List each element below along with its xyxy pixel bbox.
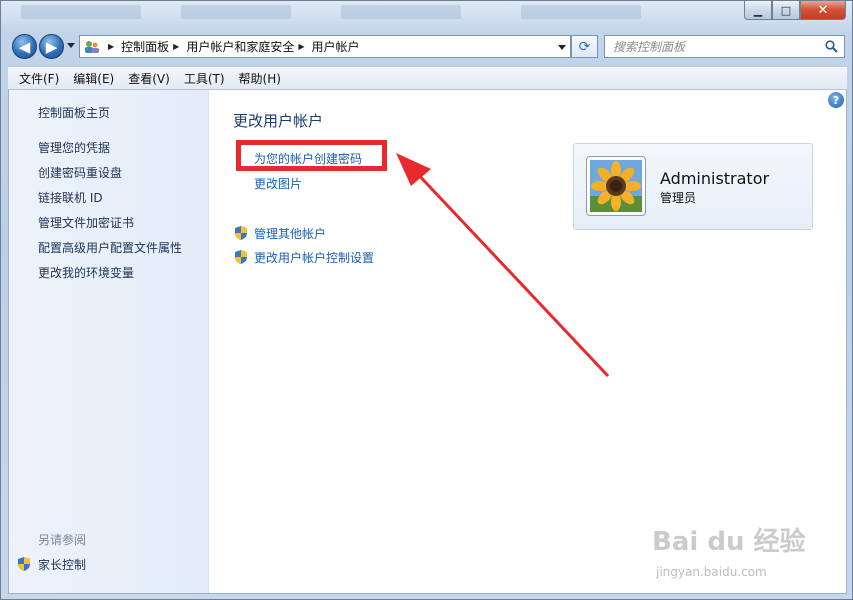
create-password-link[interactable]: 为您的帐户创建密码 — [254, 150, 362, 167]
shield-icon — [235, 226, 247, 240]
search-icon[interactable] — [825, 40, 838, 53]
maximize-button[interactable]: □ — [772, 1, 800, 20]
user-accounts-icon — [85, 40, 99, 53]
see-also-heading: 另请参阅 — [38, 533, 87, 547]
menu-edit[interactable]: 编辑(E) — [66, 70, 121, 87]
user-role: 管理员 — [660, 191, 697, 205]
background-window-title — [521, 5, 641, 19]
minimize-button[interactable]: ▁ — [744, 1, 772, 20]
manage-other-accounts-link[interactable]: 管理其他帐户 — [254, 225, 326, 242]
menu-bar: 文件(F) 编辑(E) 查看(V) 工具(T) 帮助(H) — [8, 66, 847, 90]
sidebar-item-change-environment-variables[interactable]: 更改我的环境变量 — [38, 264, 134, 281]
baidu-watermark-logo: Bai du 经验 — [652, 527, 806, 557]
breadcrumb-user-accounts-family-safety[interactable]: 用户帐户和家庭安全 — [186, 38, 294, 55]
watermark-url: jingyan.baidu.com — [656, 565, 767, 579]
menu-tools[interactable]: 工具(T) — [177, 70, 232, 87]
forward-button[interactable]: ▶ — [39, 34, 64, 59]
menu-help[interactable]: 帮助(H) — [232, 70, 288, 87]
address-history-dropdown[interactable] — [558, 45, 566, 50]
uac-settings-link[interactable]: 更改用户帐户控制设置 — [254, 249, 374, 266]
sidebar-item-parental-controls[interactable]: 家长控制 — [38, 556, 86, 573]
breadcrumb-separator-icon: ▶ — [108, 42, 115, 51]
sidebar-item-manage-credentials[interactable]: 管理您的凭据 — [38, 139, 110, 156]
user-name: Administrator — [660, 169, 770, 188]
recent-pages-dropdown[interactable] — [67, 43, 75, 48]
back-button[interactable]: ◀ — [12, 34, 37, 59]
menu-file[interactable]: 文件(F) — [12, 70, 66, 87]
menu-view[interactable]: 查看(V) — [121, 70, 177, 87]
shield-icon — [18, 557, 30, 571]
search-input[interactable]: 搜索控制面板 — [604, 35, 845, 58]
background-window-title — [21, 5, 141, 19]
control-panel-window: ▁ □ ✕ ◀ ▶ ▶ 控制面板 ▶ 用户帐户和家庭安全 ▶ 用户帐户 ⟳ 搜索… — [0, 0, 853, 600]
breadcrumb-user-accounts[interactable]: 用户帐户 — [312, 38, 360, 55]
sidebar-item-link-online-id[interactable]: 链接联机 ID — [38, 189, 103, 206]
shield-icon — [235, 250, 247, 264]
background-window-title — [181, 5, 291, 19]
content-area: 控制面板主页 管理您的凭据 创建密码重设盘 链接联机 ID 管理文件加密证书 配… — [8, 90, 847, 594]
sidebar-item-manage-encryption-certificates[interactable]: 管理文件加密证书 — [38, 214, 134, 231]
address-bar[interactable]: ▶ 控制面板 ▶ 用户帐户和家庭安全 ▶ 用户帐户 — [79, 35, 571, 58]
sidebar-item-create-password-reset-disk[interactable]: 创建密码重设盘 — [38, 164, 122, 181]
title-bar: ▁ □ ✕ — [1, 1, 852, 31]
user-account-tile: Administrator 管理员 — [573, 143, 813, 230]
breadcrumb-control-panel[interactable]: 控制面板 — [121, 38, 169, 55]
refresh-button[interactable]: ⟳ — [571, 35, 598, 58]
sidebar-item-control-panel-home[interactable]: 控制面板主页 — [38, 104, 110, 121]
breadcrumb-separator-icon: ▶ — [173, 42, 180, 51]
page-title: 更改用户帐户 — [233, 112, 324, 130]
sidebar-item-advanced-profile-properties[interactable]: 配置高级用户配置文件属性 — [38, 239, 182, 256]
sunflower-avatar-icon — [590, 160, 642, 212]
close-button[interactable]: ✕ — [800, 1, 846, 20]
search-placeholder: 搜索控制面板 — [613, 40, 686, 54]
breadcrumb-separator-icon: ▶ — [298, 42, 305, 51]
background-window-title — [341, 5, 461, 19]
avatar[interactable] — [586, 156, 646, 216]
main-pane: ? 更改用户帐户 为您的帐户创建密码 更改图片 管理其他帐户 更改用户帐户控制设… — [209, 90, 846, 593]
sidebar: 控制面板主页 管理您的凭据 创建密码重设盘 链接联机 ID 管理文件加密证书 配… — [9, 90, 209, 593]
caption-buttons: ▁ □ ✕ — [744, 1, 846, 21]
navigation-bar: ◀ ▶ ▶ 控制面板 ▶ 用户帐户和家庭安全 ▶ 用户帐户 ⟳ 搜索控制面板 — [1, 31, 852, 63]
help-icon[interactable]: ? — [828, 92, 844, 108]
change-picture-link[interactable]: 更改图片 — [254, 175, 302, 192]
